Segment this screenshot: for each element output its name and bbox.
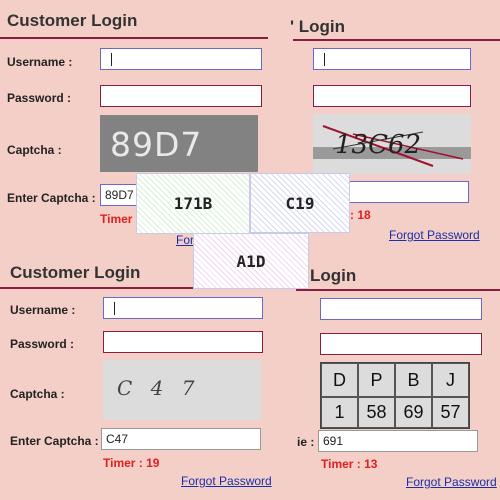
captcha-grid-value: 57 xyxy=(432,397,469,428)
captcha-grid-header: B xyxy=(395,363,432,397)
timer-text: Timer xyxy=(100,212,133,226)
enter-captcha-input[interactable]: 89D7 xyxy=(100,184,138,206)
enter-captcha-input[interactable]: C47 xyxy=(101,428,261,450)
captcha-image: 13C62 xyxy=(313,114,471,174)
captcha-grid-value: 58 xyxy=(358,397,395,428)
username-label: Username : xyxy=(10,303,76,317)
captcha-grid-header: P xyxy=(358,363,395,397)
password-input[interactable] xyxy=(320,333,482,355)
captcha-grid-value: 69 xyxy=(395,397,432,428)
password-input[interactable] xyxy=(313,85,471,107)
enter-captcha-label: Enter Captcha : xyxy=(7,191,96,205)
captcha-overlay-tile: C19 xyxy=(250,173,350,233)
captcha-overlay-tile: A1D xyxy=(193,233,309,289)
panel-title-fragment: ' Login xyxy=(290,17,346,36)
captcha-grid-value: 1 xyxy=(321,397,358,428)
captcha-image: 89D7 xyxy=(100,115,258,172)
captcha-label: Captcha : xyxy=(10,387,65,401)
title-divider xyxy=(0,37,268,39)
title-divider xyxy=(296,289,500,291)
captcha-image-text: 13C62 xyxy=(335,130,422,160)
password-label: Password : xyxy=(10,337,75,351)
timer-text: Timer : 19 xyxy=(103,456,160,470)
timer-text: Timer : 13 xyxy=(321,457,378,471)
password-input[interactable] xyxy=(100,85,262,107)
forgot-password-link[interactable]: Forgot Password xyxy=(389,228,480,242)
timer-fragment: : 18 xyxy=(350,208,371,222)
panel-title: Customer Login xyxy=(10,263,141,282)
username-input[interactable] xyxy=(320,298,482,320)
captcha-overlay-tile: 171B xyxy=(136,173,250,234)
text-caret xyxy=(111,53,112,66)
captcha-image-text: 89D7 xyxy=(110,125,203,164)
enter-captcha-label: Enter Captcha : xyxy=(10,434,99,448)
username-input[interactable] xyxy=(313,48,471,70)
username-label: Username : xyxy=(7,55,73,69)
username-input[interactable] xyxy=(100,48,262,70)
enter-captcha-label-fragment: ie : xyxy=(297,435,315,449)
forgot-password-link[interactable]: Forgot Password xyxy=(181,474,272,488)
enter-captcha-input[interactable]: 691 xyxy=(318,430,478,452)
text-caret xyxy=(114,302,115,315)
enter-captcha-input[interactable] xyxy=(345,181,469,203)
username-input[interactable] xyxy=(103,297,263,319)
password-input[interactable] xyxy=(103,331,263,353)
captcha-label: Captcha : xyxy=(7,143,62,157)
forgot-password-link[interactable]: Forgot Password xyxy=(406,475,497,489)
panel-title-fragment: Login xyxy=(310,266,357,285)
panel-title: Customer Login xyxy=(7,11,138,30)
captcha-grid-header: J xyxy=(432,363,469,397)
title-divider xyxy=(293,39,500,41)
captcha-image-text: C 4 7 xyxy=(117,376,201,400)
captcha-grid-image: D P B J 1 58 69 57 xyxy=(320,362,470,429)
text-caret xyxy=(324,53,325,66)
captcha-image: C 4 7 xyxy=(103,360,261,420)
captcha-grid-header: D xyxy=(321,363,358,397)
password-label: Password : xyxy=(7,91,72,105)
